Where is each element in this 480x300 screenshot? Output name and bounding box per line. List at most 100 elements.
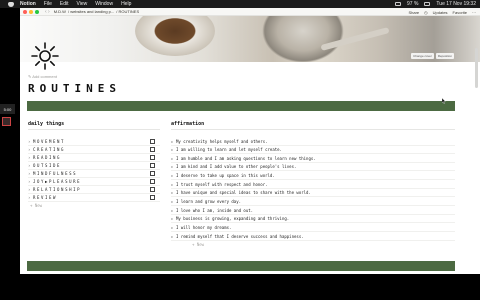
daily-thing-label: REVIEW <box>33 195 58 201</box>
affirmation-text: I love who I am, inside and out. <box>176 207 254 213</box>
affirmation-row[interactable]: ▸ I remind myself that I deserve success … <box>171 232 455 241</box>
affirmation-text: I am humble and I am asking questions to… <box>176 155 316 161</box>
affirmation-text: My creativity helps myself and others. <box>176 138 268 144</box>
affirmation-text: I am kind and I add value to other peopl… <box>176 164 297 170</box>
affirmation-text: My business is growing, expanding and th… <box>176 216 290 222</box>
daily-thing-row[interactable]: › JOY▶PLEASURE <box>28 178 160 186</box>
daily-thing-label: RELATIONSHIP <box>33 187 82 193</box>
coffee-cup-image <box>135 16 215 56</box>
checkbox[interactable] <box>150 179 155 184</box>
affirmation-row[interactable]: ▸ I have unique and special ideas to shar… <box>171 189 455 197</box>
daily-things-heading[interactable]: daily things <box>28 121 64 127</box>
window-titlebar: ‹ › M.D.W / websites and landing p... / RO… <box>20 8 480 16</box>
affirmation-row[interactable]: ▸ I am willing to learn and let myself cr… <box>171 146 455 154</box>
affirmation-text: I deserve to take up space in this world… <box>176 173 275 179</box>
daily-thing-label: CREATING <box>33 146 66 152</box>
divider <box>28 129 160 130</box>
macos-menubar: Notion File Edit View Window Help 97 % T… <box>0 0 480 8</box>
notion-window: ‹ › M.D.W / websites and landing p... / RO… <box>20 8 480 274</box>
zoom-window-button[interactable] <box>35 9 39 14</box>
add-new-label: New <box>196 241 205 247</box>
daily-thing-row[interactable]: › RELATIONSHIP <box>28 186 160 194</box>
updates-button[interactable]: Updates <box>433 10 448 15</box>
affirmation-text: I have unique and special ideas to share… <box>176 190 311 196</box>
sun-icon[interactable] <box>30 41 60 71</box>
affirmation-row[interactable]: ▸ My business is growing, expanding and t… <box>171 215 455 223</box>
clock-icon[interactable]: ◷ <box>424 10 428 15</box>
affirmation-row[interactable]: ▸ I trust myself with respect and honor. <box>171 180 455 189</box>
affirmation-text: I learn and grow every day. <box>176 199 242 205</box>
divider <box>171 129 455 130</box>
menu-help[interactable]: Help <box>121 1 131 7</box>
breadcrumb-current[interactable]: ROUTINES <box>118 9 139 14</box>
favorite-button[interactable]: Favorite <box>453 10 467 15</box>
daily-thing-row[interactable]: › MOVEMENT <box>28 137 160 145</box>
minimize-window-button[interactable] <box>29 9 33 14</box>
daily-thing-label: JOY▶PLEASURE <box>33 179 82 184</box>
checkbox[interactable] <box>150 138 155 144</box>
share-button[interactable]: Share <box>408 10 419 15</box>
daily-thing-row[interactable]: › CREATING <box>28 145 160 154</box>
more-icon[interactable]: ··· <box>472 10 476 15</box>
affirmation-row[interactable]: ▸ I learn and grow every day. <box>171 198 455 206</box>
daily-thing-label: MINDFULNESS <box>33 170 78 176</box>
affirmation-text: I will honor my dreams. <box>176 225 232 230</box>
back-forward-icon[interactable]: ‹ › <box>45 9 50 15</box>
daily-thing-row[interactable]: › OUTSIDE <box>28 161 160 170</box>
affirmation-row[interactable]: ▸ I am humble and I am asking questions t… <box>171 154 455 163</box>
checkbox[interactable] <box>150 162 155 168</box>
breadcrumb: M.D.W / websites and landing p... / ROUTIN… <box>53 9 140 14</box>
page-title[interactable]: ROUTINES <box>28 82 121 95</box>
change-cover-button[interactable]: Change cover <box>411 53 434 59</box>
affirmation-row[interactable]: ▸ I deserve to take up space in this worl… <box>171 172 455 180</box>
divider <box>28 201 160 202</box>
reposition-button[interactable]: Reposition <box>435 53 454 59</box>
checkbox[interactable] <box>150 195 155 201</box>
affirmation-row[interactable]: ▸ I am kind and I add value to other peop… <box>171 163 455 171</box>
affirmation-row[interactable]: ▸ I love who I am, inside and out. <box>171 206 455 215</box>
window-controls <box>23 9 39 14</box>
breadcrumb-parent[interactable]: websites and landing p... <box>70 9 114 14</box>
menu-file[interactable]: File <box>44 1 52 7</box>
menu-app-name[interactable]: Notion <box>20 1 36 7</box>
apple-icon[interactable] <box>8 1 14 7</box>
clock[interactable]: Tue 17 Nov 19:32 <box>436 1 476 7</box>
checkbox[interactable] <box>150 154 155 160</box>
green-divider-band <box>27 101 455 111</box>
mouse-cursor-icon <box>442 98 446 104</box>
checkbox[interactable] <box>150 146 155 152</box>
timer-widget[interactable]: 5:00 <box>0 104 15 114</box>
daily-thing-row[interactable]: › MINDFULNESS <box>28 169 160 178</box>
add-new-affirmation[interactable]: + New <box>192 242 204 247</box>
divider <box>171 239 455 241</box>
affirmation-text: I am willing to learn and let myself cre… <box>176 147 282 153</box>
checkbox[interactable] <box>150 170 155 176</box>
breadcrumb-workspace[interactable]: M.D.W <box>54 9 66 14</box>
green-divider-band <box>27 261 455 271</box>
scrollbar[interactable] <box>475 48 478 88</box>
affirmation-heading[interactable]: affirmation <box>171 121 204 127</box>
daily-thing-label: MOVEMENT <box>33 138 66 144</box>
add-new-daily-thing[interactable]: + New <box>30 203 42 208</box>
add-new-label: New <box>34 202 43 208</box>
daily-thing-label: READING <box>33 154 62 160</box>
affirmation-text: I trust myself with respect and honor. <box>176 181 268 187</box>
daily-thing-label: OUTSIDE <box>33 162 62 168</box>
menu-edit[interactable]: Edit <box>60 1 69 7</box>
app-dock-icon[interactable] <box>2 117 11 126</box>
battery-status[interactable]: 97 % <box>407 1 418 7</box>
battery-icon[interactable] <box>424 2 431 6</box>
mug-image <box>258 16 348 62</box>
add-comment-button[interactable]: ✎ Add comment <box>28 74 57 79</box>
daily-thing-row[interactable]: › REVIEW <box>28 194 160 202</box>
checkbox[interactable] <box>150 187 155 193</box>
close-window-button[interactable] <box>23 9 27 14</box>
cover-image: Change cover Reposition <box>20 16 480 62</box>
wifi-icon[interactable] <box>395 2 402 6</box>
daily-thing-row[interactable]: › READING <box>28 153 160 162</box>
affirmation-row[interactable]: ▸ I will honor my dreams. <box>171 224 455 232</box>
add-comment-label: Add comment <box>32 74 57 79</box>
menu-window[interactable]: Window <box>95 1 113 7</box>
menu-view[interactable]: View <box>77 1 88 7</box>
affirmation-row[interactable]: ▸ My creativity helps myself and others. <box>171 137 455 145</box>
